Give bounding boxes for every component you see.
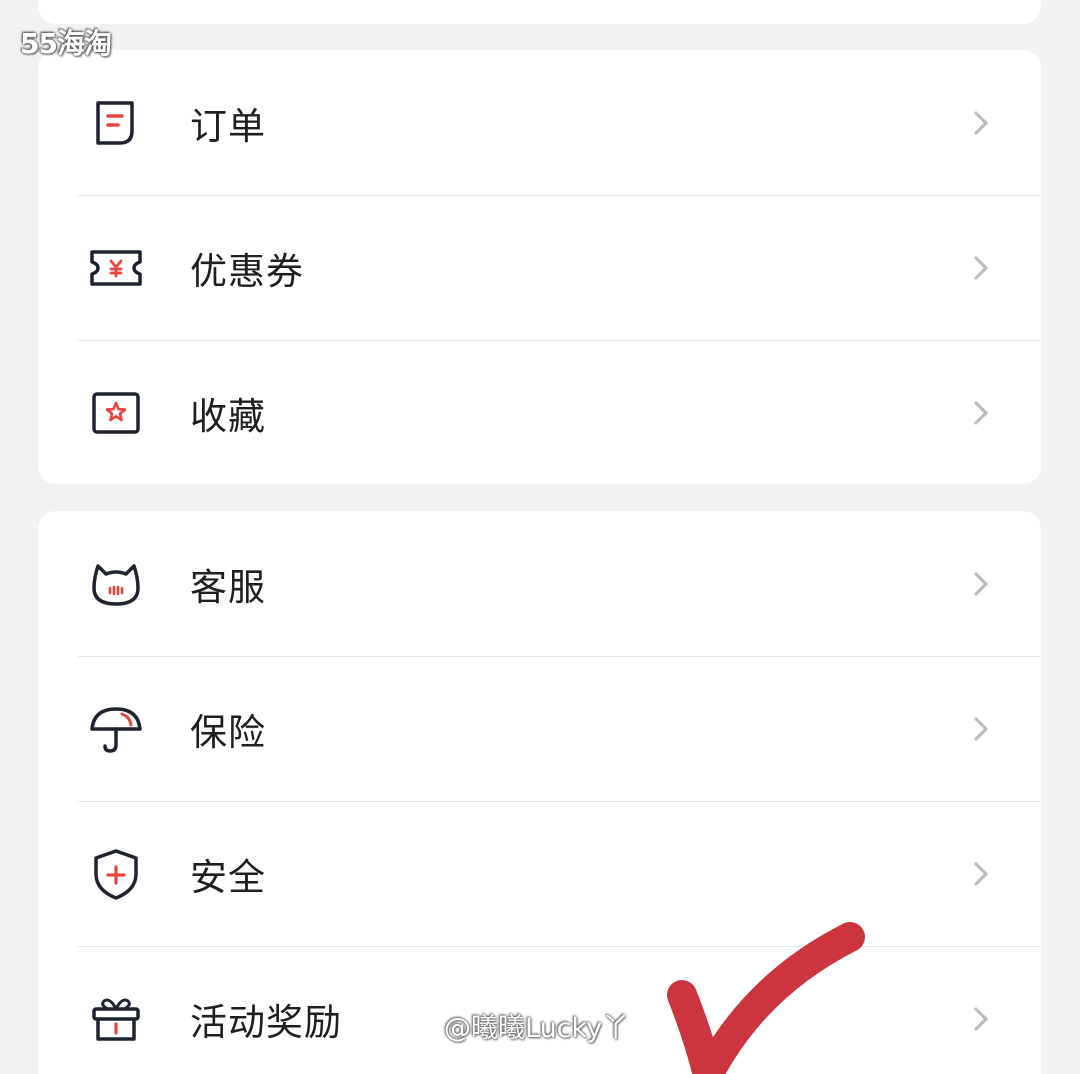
gift-icon	[88, 991, 144, 1047]
menu-item-insurance[interactable]: 保险	[38, 656, 1041, 801]
previous-card-edge	[38, 0, 1041, 24]
account-menu-card: 订单 优惠券 收藏	[38, 50, 1041, 484]
watermark-username: @曦曦Lucky丫	[444, 1013, 630, 1044]
chevron-right-icon	[971, 398, 991, 428]
menu-item-favorites[interactable]: 收藏	[38, 340, 1041, 484]
coupon-ticket-icon	[88, 240, 144, 296]
menu-item-label: 保险	[190, 710, 266, 754]
chevron-right-icon	[971, 859, 991, 889]
chevron-right-icon	[971, 1004, 991, 1034]
insurance-umbrella-icon	[88, 701, 144, 757]
menu-item-label: 优惠券	[190, 249, 304, 293]
menu-item-coupons[interactable]: 优惠券	[38, 195, 1041, 340]
menu-item-label: 订单	[190, 104, 266, 148]
favorite-star-icon	[88, 385, 144, 441]
menu-item-label: 活动奖励	[190, 1000, 342, 1044]
chevron-right-icon	[971, 569, 991, 599]
menu-item-label: 安全	[190, 855, 266, 899]
menu-item-label: 客服	[190, 565, 266, 609]
menu-item-security[interactable]: 安全	[38, 801, 1041, 946]
order-doc-icon	[88, 95, 144, 151]
service-menu-card: 客服 保险 安全 活动奖励	[38, 511, 1041, 1074]
menu-item-label: 收藏	[190, 394, 266, 438]
watermark-logo: 55海淘	[20, 27, 112, 60]
me-page: 订单 优惠券 收藏 客服 保险 安全 活动奖励 55海淘 @曦曦Lucky丫	[0, 0, 1080, 1074]
chevron-right-icon	[971, 108, 991, 138]
security-shield-icon	[88, 846, 144, 902]
chevron-right-icon	[971, 714, 991, 744]
chevron-right-icon	[971, 253, 991, 283]
menu-item-orders[interactable]: 订单	[38, 50, 1041, 195]
customer-service-cat-icon	[88, 556, 144, 612]
menu-item-customer-service[interactable]: 客服	[38, 511, 1041, 656]
